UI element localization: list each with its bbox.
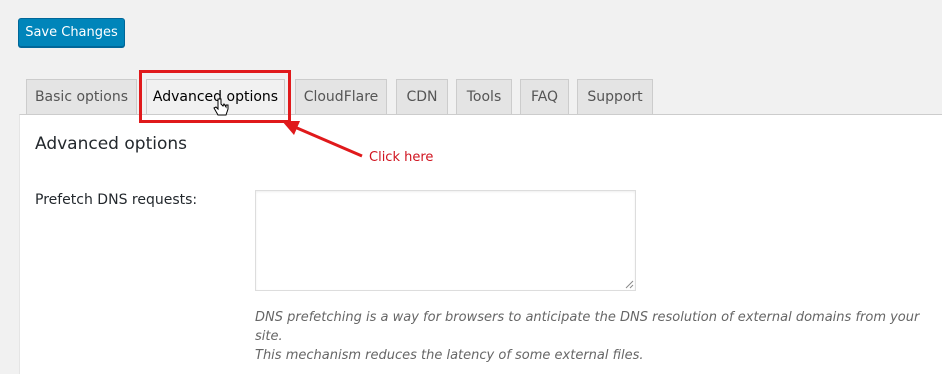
prefetch-dns-textarea[interactable] — [255, 190, 636, 291]
section-title: Advanced options — [35, 134, 187, 154]
annotation-arrow-icon — [282, 121, 363, 158]
tab-cdn[interactable]: CDN — [396, 79, 448, 114]
prefetch-dns-label: Prefetch DNS requests: — [35, 192, 198, 208]
prefetch-dns-description: DNS prefetching is a way for browsers to… — [255, 308, 935, 365]
tab-cloudflare[interactable]: CloudFlare — [295, 79, 387, 114]
tab-faq[interactable]: FAQ — [520, 79, 569, 114]
tab-tools[interactable]: Tools — [456, 79, 512, 114]
resize-grip-icon[interactable] — [623, 278, 634, 289]
annotation-click-here: Click here — [369, 150, 434, 165]
tab-support[interactable]: Support — [577, 79, 653, 114]
description-line-2: This mechanism reduces the latency of so… — [255, 348, 644, 363]
tab-basic-options[interactable]: Basic options — [26, 79, 137, 114]
save-changes-button[interactable]: Save Changes — [18, 18, 125, 47]
hand-pointer-icon — [213, 98, 229, 116]
description-line-1: DNS prefetching is a way for browsers to… — [255, 310, 920, 344]
